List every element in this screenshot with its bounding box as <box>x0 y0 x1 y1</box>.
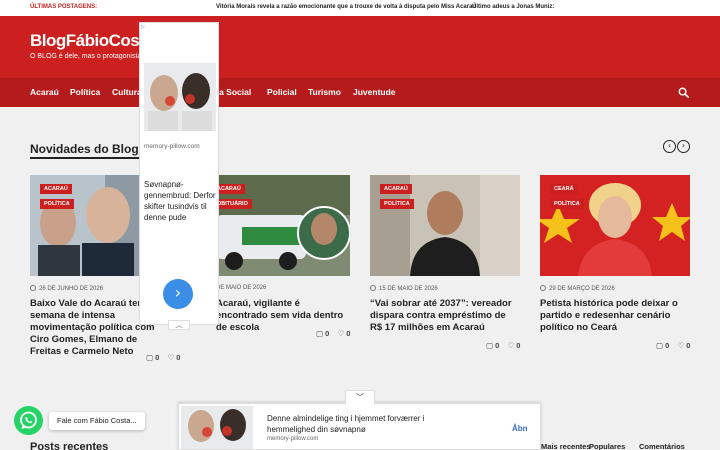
comment-icon[interactable]: ▢ 0 <box>656 341 669 350</box>
category-badge[interactable]: ACARAÚ <box>380 184 412 194</box>
search-icon[interactable] <box>678 87 689 98</box>
post-meta: ▢ 0 ♡ 0 <box>316 329 350 338</box>
tab-recent[interactable]: Mais recentes <box>541 442 591 450</box>
heart-icon[interactable]: ♡ 0 <box>337 329 350 338</box>
chevron-left-circle-icon[interactable]: ‹ <box>663 140 676 153</box>
main-nav: Acaraú Política Cultura Coluna Social Po… <box>0 78 720 107</box>
bottom-ad[interactable]: ﹀ Denne almindelige ting i hjemmet forvæ… <box>178 390 541 450</box>
category-badge[interactable]: ACARAÚ <box>40 184 72 194</box>
post-meta: ▢ 0 ♡ 0 <box>146 353 180 362</box>
site-logo[interactable]: BlogFábioCosta <box>30 31 154 51</box>
category-badge[interactable]: POLÍTICA <box>40 199 74 209</box>
tab-comments[interactable]: Comentários <box>639 442 685 450</box>
whatsapp-icon <box>20 411 37 429</box>
category-badge[interactable]: POLÍTICA <box>550 199 584 209</box>
adchoices-icon[interactable]: ▷ <box>141 24 148 31</box>
post-date: 26 DE JUNHO DE 2026 <box>30 285 103 292</box>
whatsapp-button[interactable] <box>14 406 43 435</box>
ad-domain: memory-pillow.com <box>144 143 200 150</box>
heart-icon[interactable]: ♡ 0 <box>677 341 690 350</box>
post-title[interactable]: “Vai sobrar até 2037”: vereador dispara … <box>370 298 520 334</box>
clock-icon <box>540 285 546 291</box>
site-header: BlogFábioCosta O BLOG é dele, mas o prot… <box>0 16 720 78</box>
post-meta: ▢ 0 ♡ 0 <box>486 341 520 350</box>
post-date: 15 DE MAIO DE 2026 <box>370 285 438 292</box>
nav-item-politica[interactable]: Política <box>70 87 100 97</box>
clock-icon <box>370 285 376 291</box>
post-title[interactable]: Petista histórica pode deixar o partido … <box>540 298 695 334</box>
nav-item-cultura[interactable]: Cultura <box>112 87 142 97</box>
category-badge[interactable]: CEARÁ <box>550 184 578 194</box>
chevron-up-icon[interactable]: ︿ <box>168 320 190 330</box>
ad-image-heads <box>181 406 253 449</box>
category-badge[interactable]: POLÍTICA <box>380 199 414 209</box>
comment-icon[interactable]: ▢ 0 <box>316 329 329 338</box>
ticker-label: ÚLTIMAS POSTAGENS: <box>30 4 98 10</box>
nav-item-acarau[interactable]: Acaraú <box>30 87 59 97</box>
chevron-down-icon[interactable]: ﹀ <box>345 390 375 404</box>
comment-icon[interactable]: ▢ 0 <box>146 353 159 362</box>
nav-item-policial[interactable]: Policial <box>267 87 297 97</box>
ticker-item[interactable]: Vitória Morais revela a razão emocionant… <box>216 4 476 10</box>
heart-icon[interactable]: ♡ 0 <box>167 353 180 362</box>
ticker-item[interactable]: Último adeus a Jonas Muniz: <box>472 4 554 10</box>
comment-icon[interactable]: ▢ 0 <box>486 341 499 350</box>
clock-icon <box>30 285 36 291</box>
breaking-news-ticker: ÚLTIMAS POSTAGENS: Vitória Morais revela… <box>0 0 720 16</box>
nav-item-juventude[interactable]: Juventude <box>353 87 396 97</box>
ad-domain: memory-pillow.com <box>267 436 319 442</box>
ad-text[interactable]: Denne almindelige ting i hjemmet forværr… <box>267 413 467 435</box>
post-date: DE MAIO DE 2026 <box>216 285 267 291</box>
ad-image[interactable] <box>181 406 253 449</box>
nav-item-turismo[interactable]: Turismo <box>308 87 341 97</box>
heart-icon[interactable]: ♡ 0 <box>507 341 520 350</box>
post-meta: ▢ 0 ♡ 0 <box>656 341 690 350</box>
vertical-ad[interactable]: ▷ memory-pillow.com Søvnapnø-gennembrud:… <box>139 22 219 330</box>
ad-image[interactable] <box>144 63 216 131</box>
chevron-right-circle-icon[interactable]: › <box>677 140 690 153</box>
chevron-right-icon[interactable]: › <box>163 279 193 309</box>
ad-image-heads <box>144 63 216 131</box>
post-date: 29 DE MARÇO DE 2026 <box>540 285 615 292</box>
whatsapp-label[interactable]: Fale com Fábio Costa... <box>49 412 145 430</box>
ad-text[interactable]: Søvnapnø-gennembrud: Derfor skifter tusi… <box>144 179 218 223</box>
section-title: Novidades do Blog <box>30 142 139 159</box>
ad-open-button[interactable]: Åbn <box>512 424 528 433</box>
recent-posts-title: Posts recentes <box>30 441 109 450</box>
tab-popular[interactable]: Populares <box>589 442 625 450</box>
